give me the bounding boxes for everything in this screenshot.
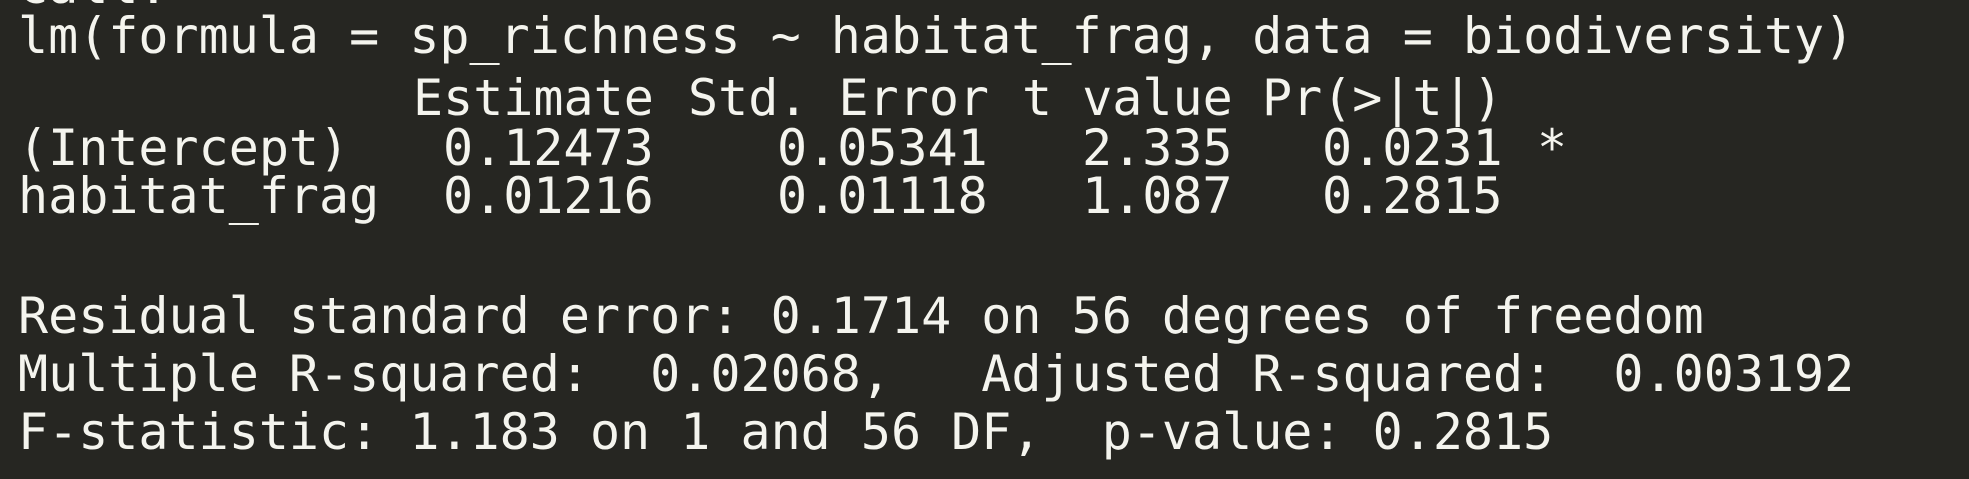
r-squared-line: Multiple R-squared: 0.02068, Adjusted R-…: [18, 345, 1855, 403]
coef-row-std-error: 0.01118: [777, 167, 988, 225]
lm-call-line: lm(formula = sp_richness ~ habitat_frag,…: [18, 7, 1855, 65]
residual-standard-error-line: Residual standard error: 0.1714 on 56 de…: [18, 287, 1704, 345]
coef-row-signif: *: [1537, 119, 1568, 177]
coef-row-p-value: 0.2815: [1322, 167, 1503, 225]
coef-row-t-value: 1.087: [1082, 167, 1233, 225]
coef-row-estimate: 0.01216: [443, 167, 654, 225]
r-console-output: Call: lm(formula = sp_richness ~ habitat…: [0, 0, 1969, 479]
coef-row-name: habitat_frag: [18, 167, 380, 225]
f-statistic-line: F-statistic: 1.183 on 1 and 56 DF, p-val…: [18, 403, 1554, 461]
